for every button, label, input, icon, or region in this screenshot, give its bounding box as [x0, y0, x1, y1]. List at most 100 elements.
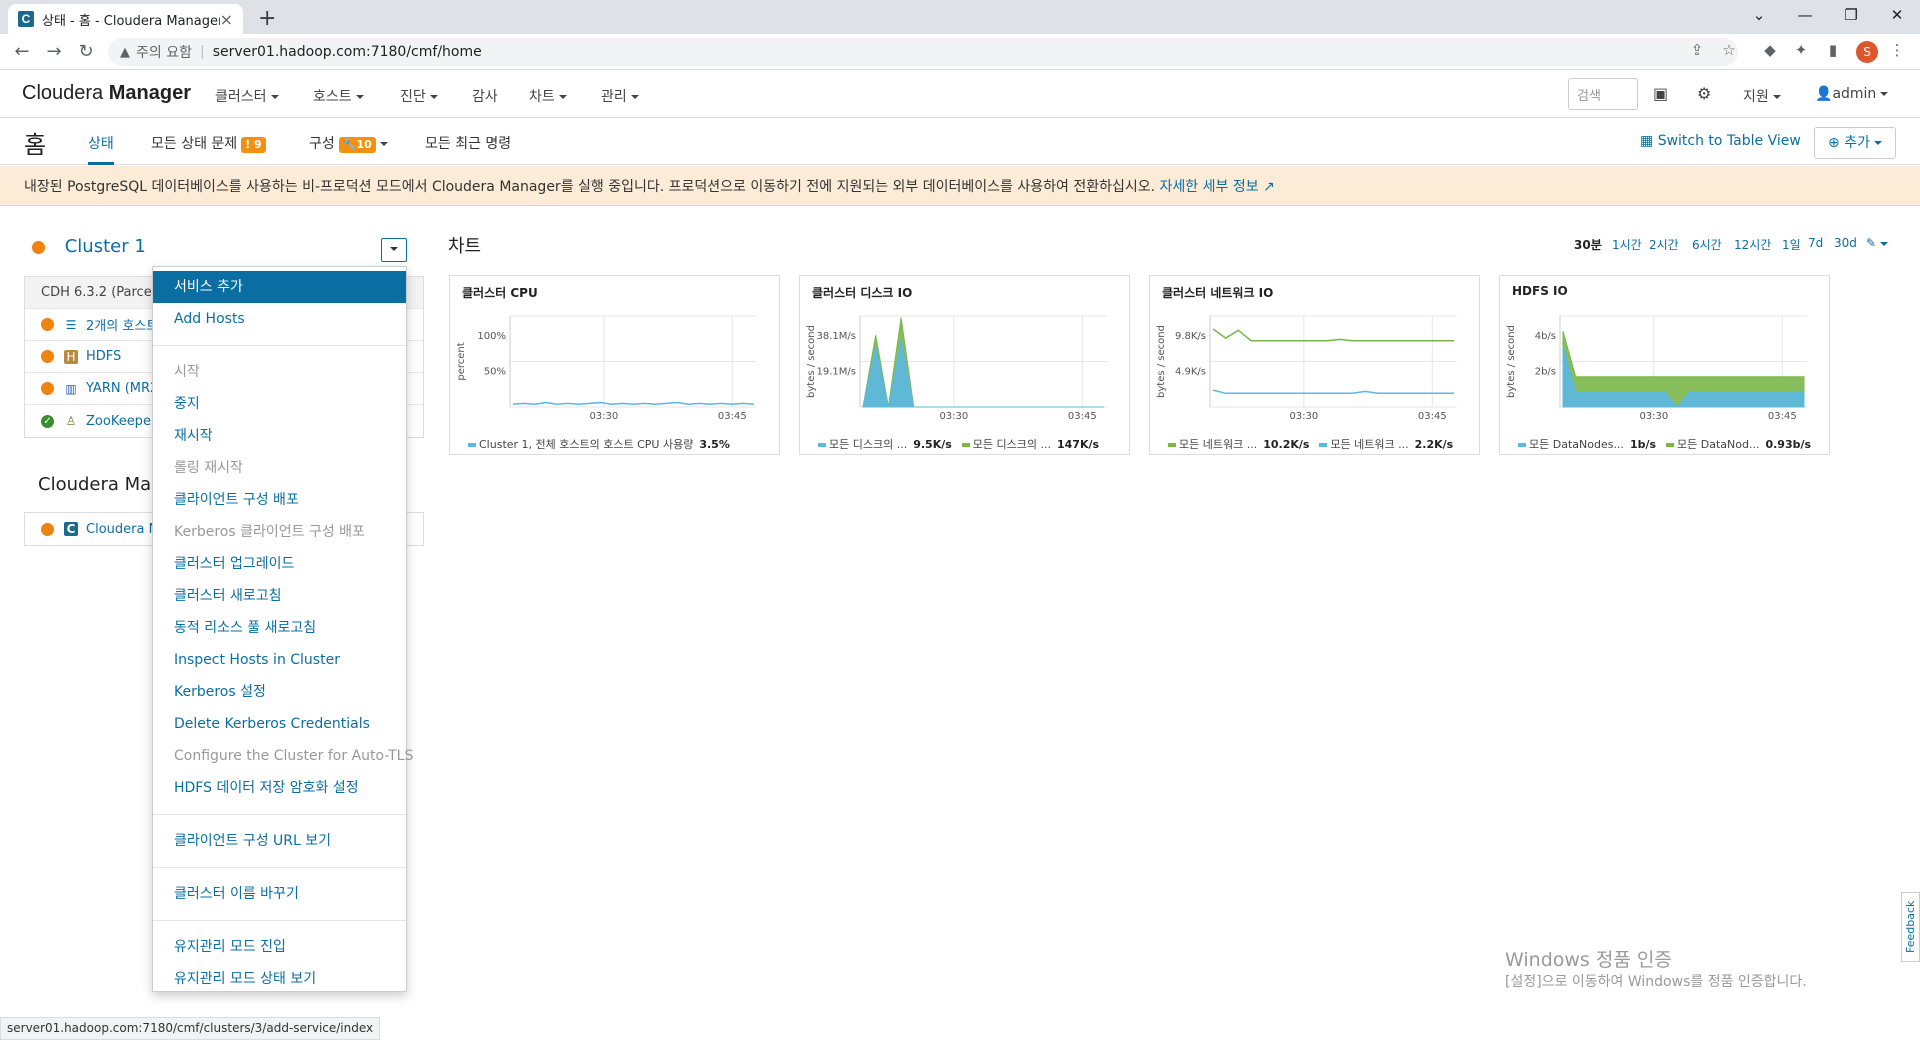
- parcel-icon[interactable]: ▣: [1653, 84, 1668, 103]
- nav-clusters[interactable]: 클러스터: [215, 86, 279, 106]
- menu-item[interactable]: Delete Kerberos Credentials: [153, 708, 406, 740]
- menu-item[interactable]: 유지관리 모드 상태 보기: [153, 963, 406, 995]
- side-panel-icon[interactable]: ▮: [1822, 41, 1844, 59]
- nav-diagnostics[interactable]: 진단: [400, 86, 438, 106]
- issues-count-badge: ! 9: [241, 137, 266, 153]
- banner-details-link[interactable]: 자세한 세부 정보 ↗: [1160, 179, 1275, 195]
- browser-menu-icon[interactable]: ⋮: [1886, 41, 1908, 59]
- menu-item[interactable]: 클러스터 새로고침: [153, 580, 406, 612]
- tab-recent-commands[interactable]: 모든 최근 명령: [425, 133, 511, 165]
- nav-hosts-label: 호스트: [313, 89, 352, 105]
- banner-text: 내장된 PostgreSQL 데이터베이스를 사용하는 비-프로덕션 모드에서 …: [24, 179, 1156, 195]
- nav-user-label: admin: [1832, 86, 1877, 102]
- warning-icon: ▲: [120, 44, 130, 60]
- time-range-option[interactable]: 1시간: [1612, 236, 1642, 253]
- chart-card[interactable]: 클러스터 CPU 100% 50% 03:30 03:45 percent Cluster …: [449, 275, 780, 455]
- nav-audit[interactable]: 감사: [472, 86, 498, 106]
- window-close-icon[interactable]: ✕: [1874, 0, 1920, 30]
- user-icon: 👤: [1815, 86, 1833, 102]
- y-tick-label: 19.1M/s: [817, 367, 856, 378]
- menu-item[interactable]: Inspect Hosts in Cluster: [153, 644, 406, 676]
- chart-plot: 38.1M/s 19.1M/s 03:30 03:45 bytes / second: [806, 315, 1107, 422]
- menu-item[interactable]: Add Hosts: [153, 303, 406, 335]
- search-input[interactable]: 검색: [1568, 78, 1638, 110]
- feedback-tab[interactable]: Feedback: [1901, 892, 1920, 962]
- menu-item[interactable]: 클러스터 업그레이드: [153, 548, 406, 580]
- browser-tab[interactable]: C 상태 - 홈 - Cloudera Manager ×: [8, 4, 243, 34]
- nav-support-label: 지원: [1743, 89, 1769, 105]
- caret-down-icon: [379, 142, 388, 146]
- bookmark-star-icon[interactable]: ☆: [1718, 41, 1740, 59]
- minimize-icon[interactable]: —: [1782, 0, 1828, 30]
- browser-toolbar: ← → ↻ ▲ 주의 요함 | server01.hadoop.com:7180…: [0, 34, 1920, 70]
- legend-swatch: [1168, 443, 1176, 447]
- reload-icon[interactable]: ↻: [74, 40, 98, 64]
- cluster-name: Cluster 1: [64, 236, 146, 257]
- switch-table-view-link[interactable]: ▦ Switch to Table View: [1640, 133, 1801, 149]
- cluster-header[interactable]: Cluster 1: [32, 236, 146, 257]
- caret-down-icon: [1880, 241, 1889, 246]
- y-axis-label: bytes / second: [1156, 325, 1167, 398]
- nav-charts[interactable]: 차트: [529, 86, 567, 106]
- logo-bold-text: Manager: [108, 82, 191, 104]
- running-commands-icon[interactable]: ⚙: [1697, 84, 1711, 103]
- time-range-option[interactable]: 1일: [1782, 236, 1801, 253]
- tab-title: 상태 - 홈 - Cloudera Manager: [42, 13, 220, 29]
- tab-list-icon[interactable]: ⌄: [1736, 0, 1782, 30]
- menu-item[interactable]: 중지: [153, 388, 406, 420]
- legend-series-value: 147K/s: [1056, 438, 1100, 451]
- share-icon[interactable]: ⇪: [1686, 41, 1708, 59]
- nav-diagnostics-label: 진단: [400, 89, 426, 105]
- menu-item[interactable]: 동적 리소스 풀 새로고침: [153, 612, 406, 644]
- extension-shield-icon[interactable]: ◆: [1759, 41, 1781, 59]
- chart-card[interactable]: HDFS IO 4b/s 2b/s 03:30 03:45 bytes / second 모…: [1499, 275, 1830, 455]
- url-text: server01.hadoop.com:7180/cmf/home: [212, 44, 482, 60]
- nav-support[interactable]: 지원: [1743, 86, 1781, 106]
- time-range-option[interactable]: 30d: [1834, 236, 1857, 250]
- menu-item[interactable]: HDFS 데이터 저장 암호화 설정: [153, 772, 406, 804]
- legend-series-name: 모든 디스크의 ...: [829, 438, 908, 451]
- tab-status[interactable]: 상태: [88, 133, 114, 165]
- chart-edit-icon[interactable]: ✎: [1866, 236, 1889, 250]
- menu-item[interactable]: 클라이언트 구성 URL 보기: [153, 825, 406, 857]
- new-tab-icon[interactable]: +: [258, 6, 276, 31]
- list-icon: ☰: [65, 317, 77, 332]
- y-tick-label: 9.8K/s: [1175, 331, 1206, 342]
- menu-item[interactable]: 서비스 추가: [153, 271, 406, 303]
- menu-item[interactable]: 유지관리 모드 진입: [153, 931, 406, 963]
- caret-down-icon: [390, 247, 398, 251]
- add-button[interactable]: ⊕ 추가: [1814, 127, 1896, 159]
- time-range-option[interactable]: 12시간: [1734, 236, 1771, 253]
- logo-light-text: Cloudera: [22, 82, 104, 104]
- chart-card[interactable]: 클러스터 네트워크 IO 9.8K/s 4.9K/s 03:30 03:45 bytes …: [1149, 275, 1480, 455]
- extensions-puzzle-icon[interactable]: ✦: [1790, 41, 1812, 59]
- address-bar[interactable]: ▲ 주의 요함 | server01.hadoop.com:7180/cmf/h…: [108, 38, 1738, 66]
- menu-item[interactable]: 클러스터 이름 바꾸기: [153, 878, 406, 910]
- back-icon[interactable]: ←: [10, 40, 34, 64]
- profile-avatar[interactable]: S: [1856, 41, 1878, 63]
- time-range-option[interactable]: 2시간: [1649, 236, 1679, 253]
- forward-icon[interactable]: →: [42, 40, 66, 64]
- restore-icon[interactable]: ❐: [1828, 0, 1874, 30]
- menu-item[interactable]: 클라이언트 구성 배포: [153, 484, 406, 516]
- nav-user[interactable]: 👤admin: [1815, 86, 1889, 102]
- cluster-actions-dropdown-button[interactable]: [381, 238, 407, 262]
- time-range-option[interactable]: 7d: [1808, 236, 1823, 250]
- chart-card[interactable]: 클러스터 디스크 IO 38.1M/s 19.1M/s 03:30 03:45 bytes…: [799, 275, 1130, 455]
- config-count-badge: 🔧10: [338, 137, 376, 153]
- config-count: 10: [356, 138, 372, 151]
- nav-admin[interactable]: 관리: [601, 86, 639, 106]
- warning-status-icon: [41, 382, 54, 395]
- menu-item[interactable]: Kerberos 설정: [153, 676, 406, 708]
- x-tick-label: 03:45: [1068, 411, 1097, 422]
- time-range-option[interactable]: 6시간: [1692, 236, 1722, 253]
- chart-legend: 모든 디스크의 ... 9.5K/s 모든 디스크의 ... 147K/s: [818, 436, 1109, 452]
- tab-close-icon[interactable]: ×: [220, 10, 233, 29]
- cloudera-manager-logo[interactable]: Cloudera Manager: [22, 82, 191, 105]
- tab-configuration[interactable]: 구성 🔧10: [309, 133, 388, 165]
- menu-item[interactable]: 재시작: [153, 420, 406, 452]
- tab-all-health-issues[interactable]: 모든 상태 문제! 9: [151, 133, 266, 165]
- nav-hosts[interactable]: 호스트: [313, 86, 364, 106]
- service-name: ZooKeeper: [86, 413, 157, 429]
- time-range-option[interactable]: 30분: [1574, 236, 1602, 253]
